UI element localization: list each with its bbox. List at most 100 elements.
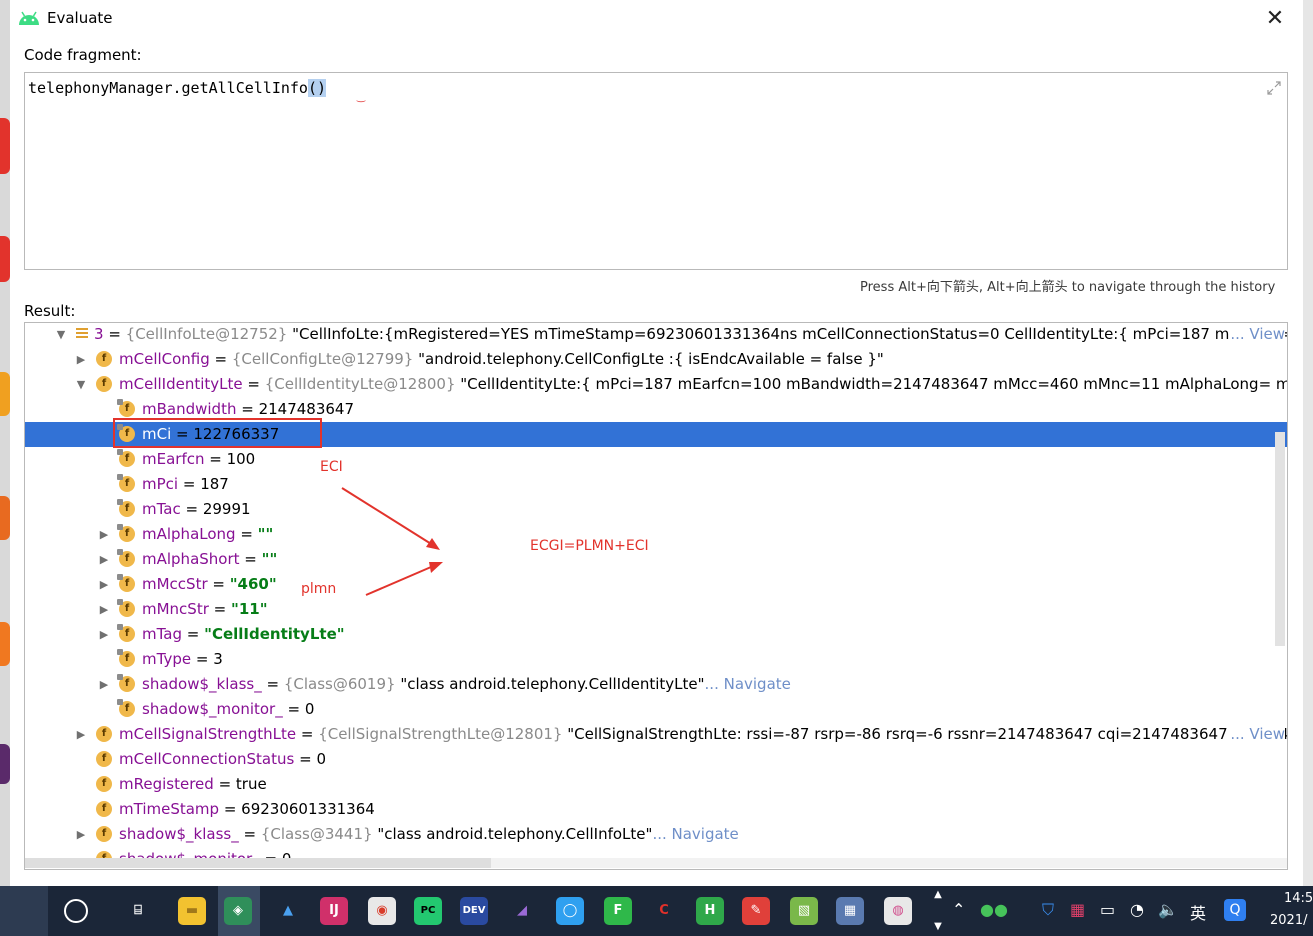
- expand-arrow-icon[interactable]: ▶: [98, 672, 110, 697]
- security-shield-icon[interactable]: ⛉: [1042, 900, 1054, 920]
- field-value: "CellSignalStrengthLte: rssi=-87 rsrp=-8…: [562, 725, 1288, 743]
- collapse-arrow-icon[interactable]: ▼: [55, 323, 67, 347]
- tree-row[interactable]: f mTac = 29991: [25, 497, 1287, 522]
- view-link[interactable]: ... View: [1230, 722, 1285, 747]
- tree-row[interactable]: ▶ f shadow$_klass_ = {Class@3441} "class a…: [25, 822, 1287, 847]
- photo-app-icon[interactable]: ▧: [790, 897, 818, 925]
- field-icon: f: [96, 801, 112, 817]
- expand-arrow-icon[interactable]: ▶: [98, 547, 110, 572]
- search-icon[interactable]: [64, 899, 88, 923]
- clock-time[interactable]: 14:5: [1284, 891, 1313, 906]
- taskbar-scroll-icon[interactable]: ▲ ▼: [932, 887, 944, 935]
- wechat-icon[interactable]: ●●: [980, 900, 1008, 919]
- tree-row[interactable]: ▶ f mAlphaLong = "": [25, 522, 1287, 547]
- tree-row[interactable]: f mRegistered = true: [25, 772, 1287, 797]
- file-explorer-icon[interactable]: ▬: [178, 897, 206, 925]
- equals-sign: =: [294, 750, 317, 768]
- field-value: 2147483647: [258, 400, 355, 418]
- code-fragment-editor[interactable]: [24, 72, 1288, 270]
- annotation-arrows: [341, 487, 443, 596]
- ime-indicator[interactable]: 英: [1190, 900, 1206, 924]
- close-button[interactable]: ✕: [1262, 6, 1288, 32]
- expand-arrow-icon[interactable]: ▶: [98, 572, 110, 597]
- expand-arrow-icon[interactable]: ▶: [98, 597, 110, 622]
- object-reference: {CellIdentityLte@12800}: [264, 375, 456, 393]
- field-value: 69230601331364: [241, 800, 375, 818]
- tray-app-icon[interactable]: ▦: [1070, 900, 1085, 919]
- navigate-link[interactable]: ... Navigate: [652, 825, 738, 843]
- field-icon: f: [117, 699, 135, 717]
- field-icon: f: [96, 751, 112, 767]
- calculator-icon[interactable]: ▦: [836, 897, 864, 925]
- android-studio-icon[interactable]: ◈: [224, 897, 252, 925]
- expand-arrow-icon[interactable]: ▶: [75, 347, 87, 372]
- field-name: mTag: [142, 625, 183, 643]
- tree-row[interactable]: ▼ 3 = {CellInfoLte@12752} "CellInfoLte:{m…: [25, 323, 1288, 347]
- tree-row[interactable]: f mCellConnectionStatus = 0: [25, 747, 1287, 772]
- field-value: 100: [226, 450, 256, 468]
- object-reference: {Class@6019}: [283, 675, 396, 693]
- tree-row[interactable]: f mType = 3: [25, 647, 1287, 672]
- view-link[interactable]: ... View: [1230, 323, 1285, 347]
- expand-arrow-icon[interactable]: ▶: [98, 522, 110, 547]
- tree-row[interactable]: ▼ f mCellIdentityLte = {CellIdentityLte@12…: [25, 372, 1287, 397]
- horizontal-scrollbar[interactable]: [25, 858, 491, 868]
- tree-row[interactable]: ▶ f mAlphaShort = "": [25, 547, 1287, 572]
- tree-row[interactable]: ▶ f shadow$_klass_ = {Class@6019} "class a…: [25, 672, 1287, 697]
- qq-browser-icon[interactable]: ◯: [556, 897, 584, 925]
- field-value: "CellInfoLte:{mRegistered=YES mTimeStamp…: [287, 325, 1288, 343]
- green-f-app-icon[interactable]: F: [604, 897, 632, 925]
- tree-row[interactable]: ▶ f mCellConfig = {CellConfigLte@12799} "a…: [25, 347, 1287, 372]
- intellij-icon[interactable]: IJ: [320, 897, 348, 925]
- field-value: "class android.telephony.CellInfoLte": [372, 825, 653, 843]
- tree-row-text: 3 = {CellInfoLte@12752} "CellInfoLte:{mR…: [94, 323, 1288, 347]
- expand-icon[interactable]: [1266, 80, 1282, 96]
- code-fragment-label: Code fragment:: [24, 46, 142, 64]
- qq-icon[interactable]: Q: [1224, 899, 1246, 921]
- visual-studio-icon[interactable]: ◢: [508, 897, 536, 925]
- wifi-icon[interactable]: ◔: [1130, 900, 1144, 919]
- expand-arrow-icon[interactable]: ▶: [98, 622, 110, 647]
- equals-sign: =: [235, 525, 258, 543]
- window-title: Evaluate: [47, 9, 113, 27]
- tree-row[interactable]: f mPci = 187: [25, 472, 1287, 497]
- string-value: "": [257, 525, 274, 543]
- equals-sign: =: [180, 500, 203, 518]
- pycharm-icon[interactable]: PC: [414, 897, 442, 925]
- color-picker-icon[interactable]: ◍: [884, 897, 912, 925]
- collapse-arrow-icon[interactable]: ▼: [75, 372, 87, 397]
- devexpress-icon[interactable]: DEV: [460, 897, 488, 925]
- equals-sign: =: [182, 625, 205, 643]
- tree-row[interactable]: f mTimeStamp = 69230601331364: [25, 797, 1287, 822]
- hbuilder-icon[interactable]: H: [696, 897, 724, 925]
- tree-row[interactable]: ▶ f mMncStr = "11": [25, 597, 1287, 622]
- vertical-scrollbar[interactable]: [1275, 432, 1285, 646]
- volume-icon[interactable]: 🔈: [1158, 900, 1178, 919]
- chrome-icon[interactable]: ◉: [368, 897, 396, 925]
- red-c-app-icon[interactable]: C: [650, 897, 678, 925]
- field-icon: f: [117, 524, 135, 542]
- navigate-link[interactable]: ... Navigate: [705, 675, 791, 693]
- equals-sign: =: [103, 325, 126, 343]
- field-icon: f: [117, 499, 135, 517]
- tree-row[interactable]: ▶ f mCellSignalStrengthLte = {CellSignalSt…: [25, 722, 1287, 747]
- code-paren-highlight: (): [307, 79, 327, 97]
- red-app-icon[interactable]: ✎: [742, 897, 770, 925]
- android-icon: [19, 11, 39, 25]
- tree-row-text: mCellConfig = {CellConfigLte@12799} "and…: [119, 347, 884, 372]
- tree-row[interactable]: f mEarfcn = 100: [25, 447, 1287, 472]
- task-view-icon[interactable]: ⌸: [124, 897, 152, 925]
- arrow-app-icon[interactable]: ▲: [274, 897, 302, 925]
- expand-arrow-icon[interactable]: ▶: [75, 722, 87, 747]
- tray-chevron-icon[interactable]: ⌃: [952, 900, 965, 919]
- battery-icon[interactable]: ▭: [1100, 900, 1115, 919]
- result-tree[interactable]: ▼ 3 = {CellInfoLte@12752} "CellInfoLte:{m…: [24, 322, 1288, 870]
- expand-arrow-icon[interactable]: ▶: [75, 822, 87, 847]
- field-name: mAlphaLong: [142, 525, 236, 543]
- clock-date[interactable]: 2021/: [1270, 913, 1307, 928]
- tree-row-text: mTimeStamp = 69230601331364: [119, 797, 375, 822]
- tree-row[interactable]: f shadow$_monitor_ = 0: [25, 697, 1287, 722]
- tree-row[interactable]: ▶ f mMccStr = "460": [25, 572, 1287, 597]
- field-value: "class android.telephony.CellIdentityLte…: [395, 675, 705, 693]
- tree-row[interactable]: ▶ f mTag = "CellIdentityLte": [25, 622, 1287, 647]
